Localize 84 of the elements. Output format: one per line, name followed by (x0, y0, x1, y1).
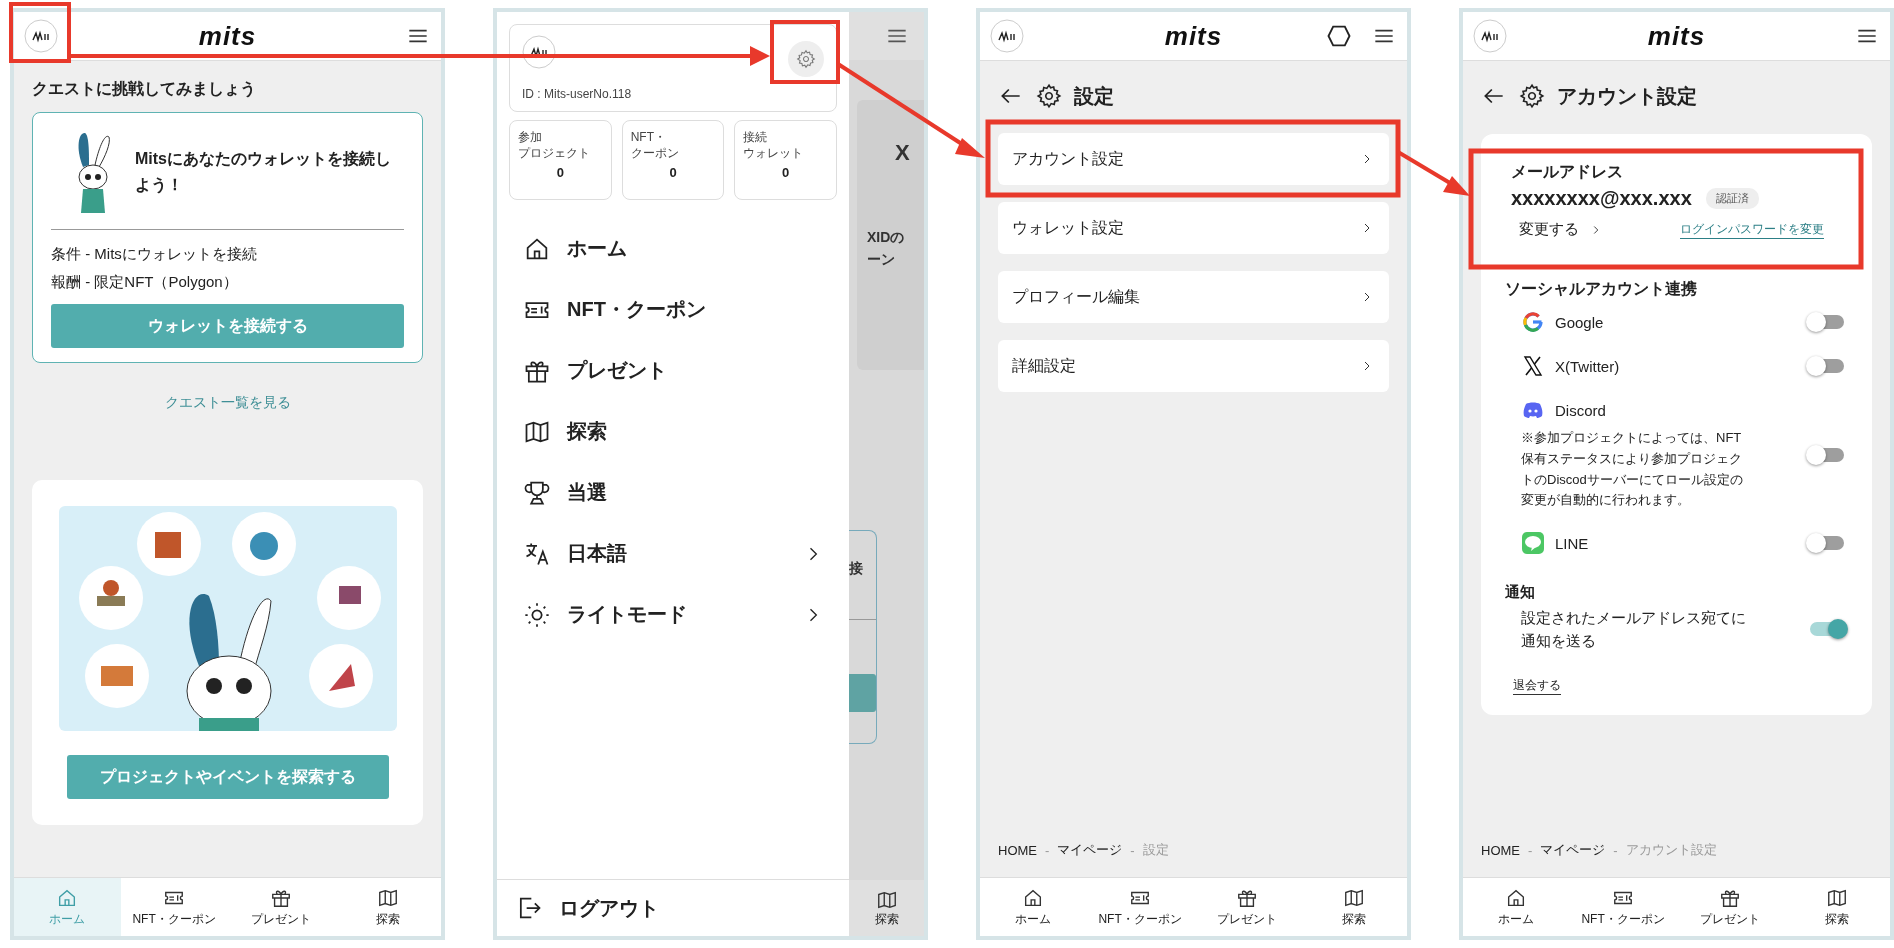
stat-label: NFT・ (630, 129, 667, 146)
social-note: ※参加プロジェクトによっては、NFT保有ステータスにより参加プロジェクトのDiscodサーバーにてロール設定の変更が自動的に行われます。 (1521, 429, 1744, 510)
breadcrumb-item[interactable]: HOME (998, 842, 1037, 858)
stat-label: クーポン (630, 145, 680, 162)
x-icon (1521, 354, 1545, 378)
nav-tab[interactable]: NFT・クーポン (1569, 878, 1677, 936)
brand-logo[interactable]: mits (1647, 20, 1706, 52)
avatar-logo-icon[interactable] (1473, 19, 1507, 53)
menu-item[interactable]: 日本語 (509, 523, 837, 584)
email-address: xxxxxxxx@xxx.xxx (1511, 187, 1692, 210)
password-change-link[interactable]: ログインパスワードを変更 (1680, 220, 1824, 239)
withdraw-link[interactable]: 退会する (1513, 676, 1561, 695)
nav-tab[interactable]: プレゼント (227, 878, 335, 936)
avatar-logo-icon[interactable] (24, 19, 58, 53)
breadcrumb-item: 設定 (1142, 841, 1169, 859)
settings-icon (796, 49, 816, 69)
settings-item[interactable]: ウォレット設定 (998, 202, 1389, 254)
menu-item[interactable]: NFT・クーポン (509, 279, 837, 340)
nav-tab[interactable]: 探索 (334, 878, 441, 936)
breadcrumb-separator: - (1130, 842, 1135, 858)
avatar-logo-icon[interactable] (990, 19, 1024, 53)
social-account-name: LINE (1555, 534, 1589, 552)
nav-tab[interactable]: 探索 (1300, 878, 1407, 936)
social-account-name: X(Twitter) (1555, 357, 1620, 375)
card-text: ーン (867, 250, 896, 269)
stat-label: 参加 (518, 129, 543, 146)
notification-label: 設定されたメールアドレス宛てに通知を送る (1521, 608, 1747, 652)
button-fragment (849, 674, 876, 712)
section-title: ソーシャルアカウント連携 (1505, 279, 1698, 299)
avatar-logo-icon (522, 35, 556, 69)
stat-value: 0 (781, 165, 791, 181)
settings-item[interactable]: プロフィール編集 (998, 271, 1389, 323)
settings-icon (1519, 83, 1545, 109)
breadcrumb-item: アカウント設定 (1625, 841, 1717, 859)
settings-item[interactable]: 詳細設定 (998, 340, 1389, 392)
quest-reward: 報酬 - 限定NFT（Polygon） (51, 272, 239, 292)
page-title: アカウント設定 (1557, 83, 1697, 109)
card-text: XIDの (867, 228, 906, 247)
nav-label: 探索 (874, 910, 899, 928)
menu-item[interactable]: プレゼント (509, 340, 837, 401)
highlight-frame (770, 20, 840, 84)
nav-tab[interactable]: ホーム (1463, 878, 1570, 936)
breadcrumb-separator: - (1528, 842, 1533, 858)
menu-item[interactable]: 当選 (509, 462, 837, 523)
field-label: メールアドレス (1511, 162, 1624, 182)
nav-tab[interactable]: ホーム (980, 878, 1087, 936)
menu-item[interactable]: ホーム (509, 218, 837, 279)
page-title: 設定 (1074, 83, 1114, 109)
nav-tab[interactable]: プレゼント (1676, 878, 1784, 936)
social-account-name: Google (1555, 313, 1604, 331)
brand-logo[interactable]: mits (1164, 20, 1223, 52)
sun-icon (523, 600, 551, 629)
section-title: 通知 (1505, 583, 1536, 603)
section-heading: クエストに挑戦してみましょう (31, 79, 257, 100)
nav-tab[interactable]: NFT・クーポン (1086, 878, 1194, 936)
google-icon (1521, 310, 1545, 334)
nav-tab[interactable]: NFT・クーポン (120, 878, 228, 936)
stat-value: 0 (668, 165, 678, 181)
breadcrumb-item[interactable]: マイページ (1057, 841, 1123, 859)
stat-value: 0 (555, 165, 565, 181)
stat-label: プロジェクト (518, 145, 591, 162)
change-link[interactable]: 変更する (1519, 220, 1603, 239)
social-account-name: Discord (1555, 401, 1606, 419)
card-text: 接 (849, 560, 863, 576)
stat-label: 接続 (743, 129, 769, 146)
breadcrumb-separator: - (1045, 842, 1050, 858)
user-id: ID : Mits-userNo.118 (522, 87, 632, 101)
quest-title: Mitsにあなたのウォレットを接続しよう！ (135, 149, 392, 196)
breadcrumb-separator: - (1613, 842, 1618, 858)
breadcrumb-item[interactable]: HOME (1481, 842, 1520, 858)
card-initial: X (895, 140, 911, 166)
brand-logo[interactable]: mits (198, 20, 257, 52)
nav-tab[interactable]: 探索 (1783, 878, 1890, 936)
verified-badge: 認証済 (1705, 188, 1759, 209)
settings-item[interactable]: アカウント設定 (998, 133, 1389, 185)
breadcrumb-item[interactable]: マイページ (1540, 841, 1606, 859)
stat-label: ウォレット (743, 145, 805, 162)
nav-tab[interactable]: プレゼント (1193, 878, 1301, 936)
menu-item[interactable]: ライトモード (509, 584, 837, 645)
settings-icon (1036, 83, 1062, 109)
quest-condition: 条件 - Mitsにウォレットを接続 (51, 244, 258, 264)
menu-item[interactable]: 探索 (509, 401, 837, 462)
settings-button[interactable] (788, 41, 824, 77)
highlight-frame (9, 2, 71, 63)
